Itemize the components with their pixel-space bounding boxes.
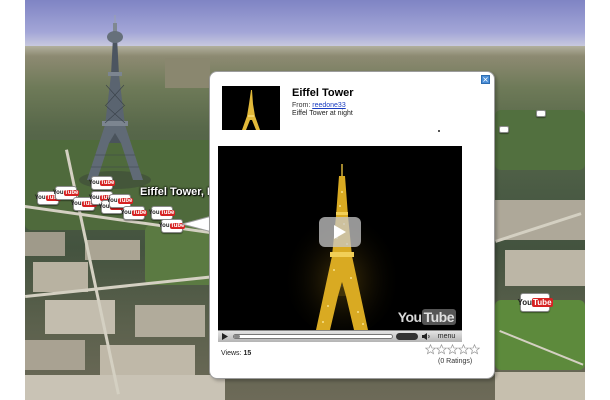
rating-stars[interactable]: [425, 344, 480, 355]
youtube-marker-icon[interactable]: YouTube: [121, 206, 148, 220]
star-icon[interactable]: [469, 344, 480, 355]
building-block: [33, 262, 88, 292]
building-block: [25, 340, 85, 370]
watermark-you: You: [397, 309, 422, 325]
building-block: [495, 372, 585, 400]
info-balloon: × Eiffel Tower From: reedone33 Eiffel To…: [209, 71, 495, 379]
player-controls: menu: [218, 330, 462, 342]
uploader-line: From: reedone33: [292, 102, 346, 109]
eiffel-tower-3d-model[interactable]: [75, 15, 155, 190]
video-player[interactable]: You Tube menu: [218, 146, 462, 342]
star-icon[interactable]: [436, 344, 447, 355]
progress-bar[interactable]: [233, 334, 393, 339]
youtube-marker-icon[interactable]: YouTube: [149, 206, 176, 220]
view-count: Views: 15: [221, 350, 251, 357]
play-control-icon[interactable]: [220, 332, 229, 341]
building-block: [165, 58, 210, 88]
views-label: Views:: [221, 350, 242, 357]
youtube-watermark: You Tube: [398, 309, 456, 325]
youtube-marker-icon[interactable]: YouTube: [517, 293, 553, 312]
star-icon[interactable]: [458, 344, 469, 355]
star-icon[interactable]: [425, 344, 436, 355]
youtube-marker-icon[interactable]: [499, 126, 509, 133]
building-block: [85, 240, 140, 260]
play-icon: [334, 225, 346, 239]
building-block: [25, 232, 65, 256]
dot-mark: [438, 130, 440, 132]
ratings-count: (0 Ratings): [438, 358, 473, 365]
star-icon[interactable]: [447, 344, 458, 355]
close-icon[interactable]: ×: [481, 75, 490, 84]
video-title: Eiffel Tower: [292, 87, 354, 99]
building-block: [25, 375, 225, 400]
views-value: 15: [243, 350, 252, 357]
from-label: From:: [292, 102, 311, 109]
building-block: [135, 305, 205, 337]
video-thumbnail[interactable]: [222, 86, 280, 130]
youtube-marker-icon[interactable]: YouTube: [89, 176, 116, 190]
video-description: Eiffel Tower at night: [292, 110, 353, 117]
play-button[interactable]: [319, 217, 361, 247]
eiffel-tower-night-thumbnail: [222, 86, 280, 130]
watermark-tube: Tube: [421, 309, 456, 325]
seek-handle[interactable]: [396, 333, 418, 340]
progress-fill: [234, 335, 241, 338]
uploader-link[interactable]: reedone33: [312, 102, 345, 109]
menu-button[interactable]: menu: [433, 332, 460, 341]
youtube-marker-icon[interactable]: [536, 110, 546, 117]
volume-icon[interactable]: [421, 332, 431, 341]
building-block: [495, 200, 585, 240]
building-block: [505, 250, 585, 286]
youtube-marker-icon[interactable]: YouTube: [159, 219, 186, 233]
park-area-2: [495, 110, 585, 170]
google-earth-view: You Tube You Tube You Tube You Tube You Tube …: [0, 0, 610, 400]
